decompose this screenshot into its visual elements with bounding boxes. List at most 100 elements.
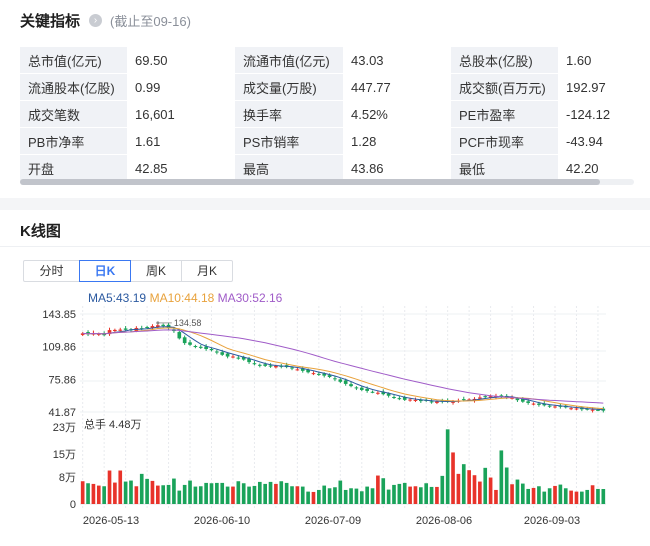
volume-bar: [317, 489, 321, 504]
indicator-value: -124.12: [558, 101, 634, 127]
volume-bar: [483, 467, 488, 504]
candle-body: [290, 367, 294, 369]
indicator-value: 42.85: [127, 155, 235, 181]
candle-body: [215, 351, 219, 353]
volume-bar: [504, 467, 509, 504]
indicators-table: 总市值(亿元) 69.50 流通市值(亿元) 43.03 总股本(亿股) 1.60 流通股本…: [20, 47, 634, 181]
volume-bar: [177, 490, 182, 504]
indicator-label: 成交量(万股): [235, 74, 343, 100]
volume-bar: [472, 475, 477, 504]
indicator-value: 1.60: [558, 47, 634, 73]
key-indicators-card: 关键指标 › (截止至09-16) 总市值(亿元) 69.50 流通市值(亿元) 43…: [0, 0, 650, 198]
candle-body: [515, 398, 520, 401]
volume-bar: [193, 486, 198, 504]
table-horizontal-scrollbar[interactable]: [20, 179, 600, 185]
volume-bar: [392, 484, 396, 504]
candle-body: [333, 378, 337, 380]
volume-bar: [209, 483, 214, 504]
candle-body: [574, 408, 579, 410]
volume-bar: [166, 484, 171, 504]
max-price-label: 134.58: [174, 318, 202, 328]
volume-bar: [563, 488, 568, 504]
volume-bar: [290, 486, 294, 504]
tab-period[interactable]: 月K: [181, 260, 233, 282]
volume-bar: [182, 484, 187, 504]
candle-body: [478, 397, 482, 399]
candle-body: [349, 384, 353, 387]
volume-bar: [451, 452, 455, 504]
indicator-value: 4.52%: [343, 101, 451, 127]
candle-body: [435, 401, 439, 403]
indicator-value: 43.03: [343, 47, 451, 73]
volume-bar: [247, 486, 251, 504]
candle-body: [343, 380, 348, 384]
candle-body: [113, 329, 117, 332]
volume-bar: [252, 485, 257, 504]
volume-bar: [537, 486, 541, 504]
volume-bar: [553, 485, 557, 504]
candle-body: [376, 392, 380, 394]
tab-period[interactable]: 周K: [130, 260, 182, 282]
volume-bar: [574, 491, 579, 504]
volume-bar: [322, 485, 327, 504]
volume-bar: [225, 486, 230, 504]
indicator-label: 最高: [235, 155, 343, 181]
chevron-right-icon[interactable]: ›: [89, 13, 103, 27]
volume-bar: [515, 479, 520, 504]
indicator-label: PCF市现率: [451, 128, 558, 154]
candle-body: [311, 373, 316, 375]
volume-bar: [413, 486, 418, 504]
date-tick-label: 2026-09-03: [524, 515, 580, 527]
volume-bar: [295, 486, 300, 504]
candle-body: [413, 399, 418, 401]
volume-bar: [558, 484, 563, 504]
indicator-value: 42.20: [558, 155, 634, 181]
volume-bar: [338, 480, 343, 504]
candle-body: [317, 373, 321, 375]
date-tick-label: 2026-05-13: [83, 515, 139, 527]
ma-legend-label: MA10:44.18: [150, 291, 215, 305]
volume-bar: [386, 489, 391, 504]
volume-bar: [333, 487, 337, 504]
candle-body: [263, 364, 267, 366]
candle-body: [531, 403, 536, 405]
volume-bar: [204, 482, 208, 504]
kline-divider: [0, 246, 650, 247]
kline-header: K线图: [20, 220, 61, 240]
candle-body: [123, 328, 128, 330]
volume-bar: [520, 483, 525, 504]
kline-chart[interactable]: 143.85 109.86 75.86 41.87 23万 15万 8万 0 总手 4.48万 M…: [0, 288, 650, 546]
volume-bar: [542, 491, 547, 504]
volume-bar: [263, 483, 267, 504]
volume-bar: [150, 480, 155, 504]
candle-body: [365, 388, 369, 391]
indicator-label: 总股本(亿股): [451, 47, 558, 73]
price-tick-label: 109.86: [42, 342, 76, 354]
tab-period[interactable]: 日K: [79, 260, 131, 282]
indicator-label: PS市销率: [235, 128, 343, 154]
key-indicators-title: 关键指标: [20, 12, 81, 30]
volume-bar: [381, 478, 386, 504]
indicator-label: 开盘: [20, 155, 127, 181]
indicator-value: 447.77: [343, 74, 451, 100]
candle-body: [397, 398, 402, 400]
volume-bar: [424, 483, 429, 504]
candle-body: [193, 346, 198, 348]
ma5-line: [82, 326, 604, 411]
candle-body: [268, 365, 273, 367]
ma-legend-label: MA5:43.19: [88, 291, 146, 305]
candle-body: [392, 396, 396, 398]
tab-period[interactable]: 分时: [23, 260, 80, 282]
key-indicators-header: 关键指标 › (截止至09-16): [20, 10, 191, 30]
candle-body: [461, 399, 466, 401]
candle-body: [236, 357, 241, 359]
indicator-label: 总市值(亿元): [20, 47, 127, 73]
volume-bar: [397, 483, 402, 504]
max-marker-dot: [156, 321, 160, 325]
price-tick-label: 75.86: [48, 374, 76, 386]
indicator-label: 换手率: [235, 101, 343, 127]
indicator-label: 成交笔数: [20, 101, 127, 127]
volume-bar: [236, 481, 241, 504]
candle-body: [257, 364, 262, 366]
volume-bar: [80, 481, 85, 504]
